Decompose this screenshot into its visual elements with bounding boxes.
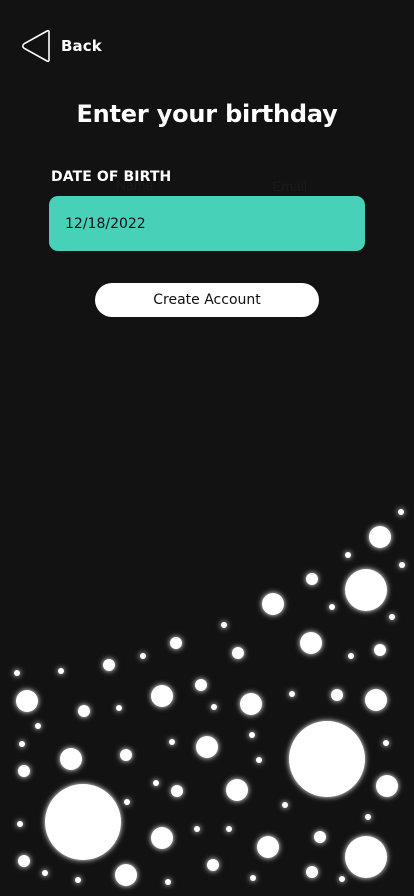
- date-of-birth-value: 12/18/2022: [65, 215, 146, 232]
- bubble-dot: [115, 864, 137, 886]
- bubble-dot: [14, 670, 20, 676]
- bubble-dot: [306, 866, 318, 878]
- page-title: Enter your birthday: [76, 100, 338, 128]
- bubble-dot: [195, 679, 207, 691]
- bubble-dot: [75, 877, 81, 883]
- bubble-dot: [58, 668, 64, 674]
- bubble-dot: [78, 705, 90, 717]
- bubble-dot: [165, 879, 171, 885]
- bubble-dot: [169, 739, 175, 745]
- bubble-dot: [398, 509, 404, 515]
- bubble-dot: [262, 593, 284, 615]
- triangle-back-icon: [21, 29, 50, 63]
- bubble-dot: [345, 836, 387, 878]
- bubble-dot: [232, 647, 244, 659]
- bubble-dot: [226, 779, 248, 801]
- bubble-dot: [240, 693, 262, 715]
- date-of-birth-label: DATE OF BIRTH: [51, 169, 172, 185]
- bubble-dot: [211, 704, 217, 710]
- bubble-dot: [171, 785, 183, 797]
- bubble-dot: [19, 741, 25, 747]
- bubble-dot: [207, 859, 219, 871]
- bubble-dot: [256, 757, 262, 763]
- bubble-dot: [345, 569, 387, 611]
- bubble-dot: [250, 875, 256, 881]
- bubble-dot: [196, 736, 218, 758]
- bubble-dot: [289, 721, 365, 797]
- bubble-dot: [140, 653, 146, 659]
- bubble-dot: [369, 526, 391, 548]
- back-label: Back: [61, 37, 102, 55]
- bubble-dot: [194, 826, 200, 832]
- bubble-dot: [120, 749, 132, 761]
- bubble-dot: [331, 689, 343, 701]
- bubble-dot: [389, 614, 395, 620]
- bubble-dot: [151, 685, 173, 707]
- bubble-dot: [376, 775, 398, 797]
- bubble-dot: [42, 870, 48, 876]
- bubble-dot: [35, 723, 41, 729]
- bubble-dot: [339, 876, 345, 882]
- bubble-dot: [226, 826, 232, 832]
- bubble-dot: [300, 632, 322, 654]
- bubble-dot: [289, 691, 295, 697]
- bubble-dot: [153, 780, 159, 786]
- bubble-dot: [365, 689, 387, 711]
- bubble-dot: [257, 836, 279, 858]
- back-button[interactable]: Back: [20, 29, 102, 63]
- bubble-dot: [124, 799, 130, 805]
- email-ghost-label: Email: [272, 178, 308, 194]
- bubble-dot: [282, 802, 288, 808]
- bubble-dot: [348, 653, 354, 659]
- bubble-dot: [221, 622, 227, 628]
- bubble-dot: [306, 573, 318, 585]
- bubble-dot: [16, 690, 38, 712]
- bubble-dot: [116, 705, 122, 711]
- create-account-button[interactable]: Create Account: [95, 283, 319, 317]
- bubble-dot: [103, 659, 115, 671]
- bubble-dot: [18, 765, 30, 777]
- bubble-dot: [345, 552, 351, 558]
- bubble-dot: [383, 740, 389, 746]
- bubble-dot: [314, 831, 326, 843]
- bubble-dot: [170, 637, 182, 649]
- bubbles-decoration: [14, 509, 405, 886]
- bubble-dot: [374, 644, 386, 656]
- bubble-dot: [18, 855, 30, 867]
- bubble-dot: [45, 784, 121, 860]
- bubble-dot: [249, 732, 255, 738]
- bubble-dot: [399, 562, 405, 568]
- bubble-dot: [17, 821, 23, 827]
- bubble-dot: [329, 604, 335, 610]
- bubble-dot: [60, 748, 82, 770]
- date-of-birth-input[interactable]: 12/18/2022: [49, 196, 365, 251]
- bubble-dot: [151, 827, 173, 849]
- bubble-dot: [365, 814, 371, 820]
